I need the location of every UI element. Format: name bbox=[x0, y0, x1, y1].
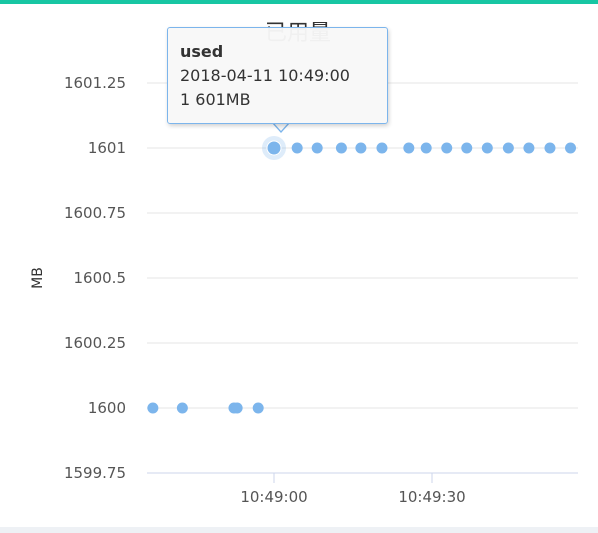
data-point[interactable] bbox=[291, 142, 303, 154]
data-point[interactable] bbox=[266, 140, 282, 156]
grid-layer bbox=[147, 82, 578, 474]
data-point[interactable] bbox=[544, 142, 556, 154]
data-point[interactable] bbox=[176, 402, 188, 414]
data-point[interactable] bbox=[231, 402, 243, 414]
tooltip-series-name: used bbox=[180, 42, 224, 61]
y-tick-label: 1600.75 bbox=[64, 204, 126, 222]
data-point[interactable] bbox=[147, 402, 159, 414]
data-point[interactable] bbox=[481, 142, 493, 154]
x-tick-label: 10:49:00 bbox=[240, 488, 307, 506]
data-point[interactable] bbox=[403, 142, 415, 154]
tooltip-value: 1 601MB bbox=[180, 90, 251, 109]
data-point[interactable] bbox=[355, 142, 367, 154]
data-point[interactable] bbox=[376, 142, 388, 154]
data-point[interactable] bbox=[441, 142, 453, 154]
data-point[interactable] bbox=[252, 402, 264, 414]
data-point[interactable] bbox=[311, 142, 323, 154]
points-layer bbox=[147, 136, 577, 414]
data-point[interactable] bbox=[461, 142, 473, 154]
y-tick-label: 1600.5 bbox=[74, 269, 127, 287]
axis-layer: 1599.75 1600 1600.25 1600.5 1600.75 1601 1601.… bbox=[64, 74, 466, 506]
y-tick-label: 1601 bbox=[88, 139, 126, 157]
tooltip: used 2018-04-11 10:49:00 1 601MB bbox=[167, 27, 388, 124]
y-tick-label: 1599.75 bbox=[64, 464, 126, 482]
data-point[interactable] bbox=[420, 142, 432, 154]
data-point[interactable] bbox=[565, 142, 577, 154]
x-tick-label: 10:49:30 bbox=[398, 488, 465, 506]
data-point[interactable] bbox=[335, 142, 347, 154]
y-tick-label: 1600.25 bbox=[64, 334, 126, 352]
chart-panel: 1599.75 1600 1600.25 1600.5 1600.75 1601 1601.… bbox=[0, 0, 598, 527]
data-point[interactable] bbox=[523, 142, 535, 154]
y-tick-label: 1601.25 bbox=[64, 74, 126, 92]
tooltip-timestamp: 2018-04-11 10:49:00 bbox=[180, 66, 350, 85]
y-axis-title: MB bbox=[30, 267, 46, 289]
data-point[interactable] bbox=[502, 142, 514, 154]
y-tick-label: 1600 bbox=[88, 399, 126, 417]
